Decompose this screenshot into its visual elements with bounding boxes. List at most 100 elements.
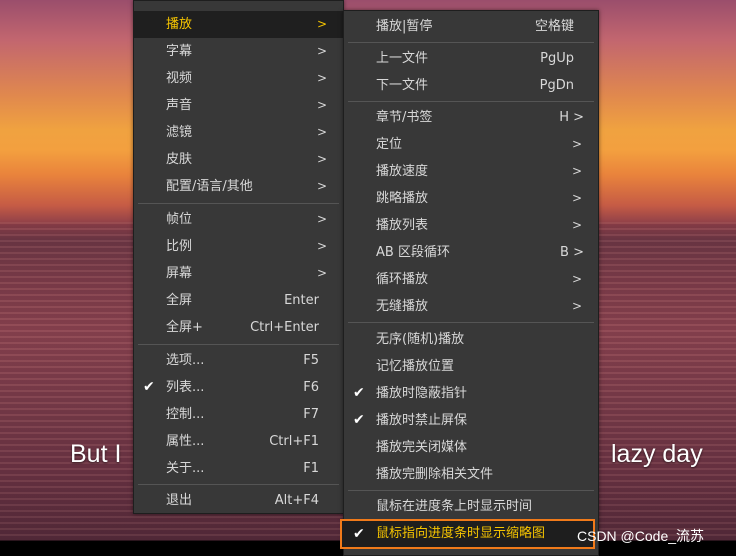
checkmark-icon: ✔ [353, 526, 365, 542]
menu-item-filters[interactable]: 滤镜 > [134, 119, 343, 146]
menu-item-shortcut: H > [559, 110, 584, 125]
menu-item-video[interactable]: 视频 > [134, 65, 343, 92]
menu-item-label: 播放完关闭媒体 [376, 440, 468, 455]
submenu-item-show-thumbnail-on-hover[interactable]: ✔ 鼠标指向进度条时显示缩略图 [340, 519, 595, 549]
submenu-item-seek[interactable]: 定位 > [344, 131, 598, 158]
submenu-item-gapless[interactable]: 无缝播放 > [344, 293, 598, 320]
menu-item-label: 退出 [166, 493, 193, 508]
menu-separator [138, 484, 339, 485]
menu-item-label: 章节/书签 [376, 110, 433, 125]
menu-item-label: 全屏 [166, 293, 193, 308]
menu-item-label: 声音 [166, 98, 193, 113]
submenu-item-show-time-on-hover[interactable]: 鼠标在进度条上时显示时间 [344, 493, 598, 520]
chevron-right-icon: > [316, 212, 327, 226]
chevron-right-icon: > [316, 44, 327, 58]
menu-item-label: 比例 [166, 239, 193, 254]
menu-item-label: 跳略播放 [376, 191, 429, 206]
menu-separator [348, 42, 594, 43]
chevron-right-icon: > [316, 152, 327, 166]
chevron-right-icon: > [571, 272, 582, 286]
menu-item-label: 鼠标指向进度条时显示缩略图 [376, 526, 546, 541]
menu-item-label: 循环播放 [376, 272, 429, 287]
checkmark-icon: ✔ [353, 412, 365, 428]
chevron-right-icon: > [316, 239, 327, 253]
menu-item-audio[interactable]: 声音 > [134, 92, 343, 119]
menu-item-shortcut: F6 [303, 380, 319, 395]
menu-item-label: AB 区段循环 [376, 245, 450, 260]
submenu-item-remember-position[interactable]: 记忆播放位置 [344, 353, 598, 380]
menu-item-frame[interactable]: 帧位 > [134, 206, 343, 233]
submenu-item-prev-file[interactable]: 上一文件 PgUp [344, 45, 598, 72]
submenu-item-close-after-play[interactable]: 播放完关闭媒体 [344, 434, 598, 461]
menu-item-skins[interactable]: 皮肤 > [134, 146, 343, 173]
menu-item-label: 无缝播放 [376, 299, 429, 314]
checkmark-icon: ✔ [143, 379, 155, 395]
menu-item-options[interactable]: 选项... F5 [134, 347, 343, 374]
chevron-right-icon: > [571, 191, 582, 205]
menu-separator [348, 101, 594, 102]
menu-item-label: 关于... [166, 461, 205, 476]
menu-item-label: 全屏+ [166, 320, 203, 335]
menu-item-label: 配置/语言/其他 [166, 179, 253, 194]
menu-item-label: 列表... [166, 380, 205, 395]
menu-item-shortcut: Enter [284, 293, 319, 308]
submenu-item-ab-loop[interactable]: AB 区段循环 B > [344, 239, 598, 266]
chevron-right-icon: > [316, 71, 327, 85]
watermark: CSDN @Code_流苏 [577, 528, 705, 544]
menu-item-playlist[interactable]: ✔ 列表... F6 [134, 374, 343, 401]
checkmark-icon: ✔ [353, 385, 365, 401]
menu-item-fullscreen[interactable]: 全屏 Enter [134, 287, 343, 314]
menu-item-subtitles[interactable]: 字幕 > [134, 38, 343, 65]
menu-item-label: 播放时隐蔽指针 [376, 386, 468, 401]
menu-item-screen[interactable]: 屏幕 > [134, 260, 343, 287]
menu-item-label: 选项... [166, 353, 205, 368]
menu-item-label: 鼠标在进度条上时显示时间 [376, 499, 533, 514]
menu-item-label: 下一文件 [376, 78, 429, 93]
menu-item-label: 记忆播放位置 [376, 359, 455, 374]
subtitle-right: lazy day [611, 440, 703, 468]
menu-item-label: 播放速度 [376, 164, 429, 179]
menu-separator [348, 490, 594, 491]
submenu-item-loop[interactable]: 循环播放 > [344, 266, 598, 293]
menu-item-shortcut: Alt+F4 [274, 493, 319, 508]
chevron-right-icon: > [316, 17, 327, 31]
menu-item-play[interactable]: 播放 > [134, 11, 343, 38]
menu-separator [348, 322, 594, 323]
play-submenu: 播放|暂停 空格键 上一文件 PgUp 下一文件 PgDn 章节/书签 H > … [340, 10, 599, 556]
menu-separator [138, 203, 339, 204]
menu-item-ratio[interactable]: 比例 > [134, 233, 343, 260]
chevron-right-icon: > [571, 299, 582, 313]
menu-item-label: 属性... [166, 434, 205, 449]
chevron-right-icon: > [316, 98, 327, 112]
menu-item-label: 无序(随机)播放 [376, 332, 465, 347]
menu-item-label: 播放列表 [376, 218, 429, 233]
menu-item-label: 字幕 [166, 44, 193, 59]
submenu-item-delete-after-play[interactable]: 播放完删除相关文件 [344, 461, 598, 488]
menu-separator [138, 344, 339, 345]
menu-item-shortcut: PgUp [540, 51, 574, 66]
submenu-item-chapters[interactable]: 章节/书签 H > [344, 104, 598, 131]
submenu-item-shuffle[interactable]: 无序(随机)播放 [344, 326, 598, 353]
submenu-item-hide-cursor[interactable]: ✔ 播放时隐蔽指针 [344, 380, 598, 407]
menu-item-about[interactable]: 关于... F1 [134, 455, 343, 482]
menu-item-label: 上一文件 [376, 51, 429, 66]
submenu-item-next-file[interactable]: 下一文件 PgDn [344, 72, 598, 99]
submenu-item-skip[interactable]: 跳略播放 > [344, 185, 598, 212]
menu-item-properties[interactable]: 属性... Ctrl+F1 [134, 428, 343, 455]
chevron-right-icon: > [316, 125, 327, 139]
menu-item-shortcut: B > [560, 245, 584, 260]
menu-item-label: 播放 [166, 17, 193, 32]
menu-item-shortcut: Ctrl+Enter [250, 320, 319, 335]
menu-item-fullscreen-plus[interactable]: 全屏+ Ctrl+Enter [134, 314, 343, 341]
submenu-item-play-pause[interactable]: 播放|暂停 空格键 [344, 13, 598, 40]
menu-item-config[interactable]: 配置/语言/其他 > [134, 173, 343, 200]
submenu-item-playlist[interactable]: 播放列表 > [344, 212, 598, 239]
submenu-item-disable-screensaver[interactable]: ✔ 播放时禁止屏保 [344, 407, 598, 434]
menu-item-exit[interactable]: 退出 Alt+F4 [134, 487, 343, 514]
submenu-item-speed[interactable]: 播放速度 > [344, 158, 598, 185]
menu-item-control[interactable]: 控制... F7 [134, 401, 343, 428]
menu-item-shortcut: F1 [303, 461, 319, 476]
chevron-right-icon: > [571, 164, 582, 178]
menu-item-shortcut: 空格键 [534, 19, 574, 34]
menu-item-label: 皮肤 [166, 152, 193, 167]
